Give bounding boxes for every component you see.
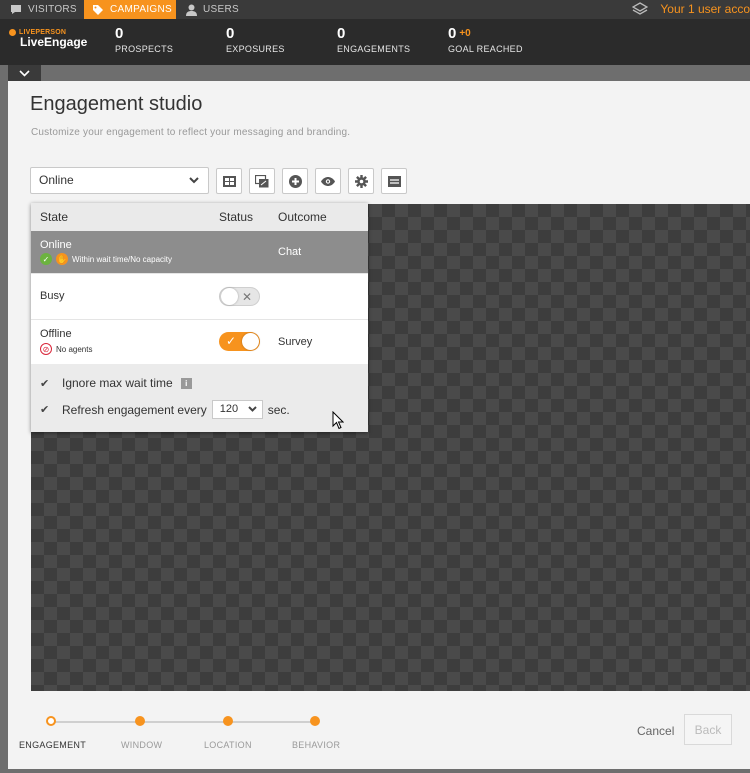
step-location-dot[interactable] (223, 716, 233, 726)
layout-icon (222, 175, 236, 187)
step-window-dot[interactable] (135, 716, 145, 726)
stat-value: 0 (226, 25, 235, 42)
offline-status-toggle[interactable]: ✓ (219, 332, 260, 351)
list-button[interactable] (381, 168, 407, 194)
state-name: Busy (40, 290, 65, 302)
stat-label: PROSPECTS (115, 44, 174, 54)
toggle-knob (242, 333, 259, 350)
tab-visitors-label: VISITORS (28, 4, 77, 15)
header-state: State (40, 210, 69, 224)
page-subtitle: Customize your engagement to reflect you… (31, 127, 351, 138)
collapse-header-button[interactable] (8, 65, 41, 81)
liveperson-dot-icon (9, 29, 16, 36)
stat-engagements: 0 ENGAGEMENTS (337, 25, 410, 54)
state-outcome: Chat (278, 246, 302, 258)
layout-button[interactable] (216, 168, 242, 194)
state-row-offline[interactable]: Offline ⊘ No agents ✓ Survey (31, 320, 368, 364)
preview-eye-icon (321, 176, 335, 186)
list-icon (387, 175, 401, 187)
ignore-wait-label: Ignore max wait time (62, 376, 173, 390)
settings-button[interactable] (348, 168, 374, 194)
tab-campaigns-label: CAMPAIGNS (110, 4, 172, 15)
stat-value: 0 (115, 25, 124, 42)
state-sub-text: Within wait time/No capacity (72, 254, 173, 264)
hand-icon: ✋ (56, 253, 68, 265)
stat-value: 0 (337, 25, 346, 42)
toggle-knob (221, 288, 238, 305)
stat-value: 0 +0 (448, 25, 523, 42)
add-icon (288, 174, 302, 188)
preview-button[interactable] (315, 168, 341, 194)
state-row-busy[interactable]: Busy ✕ (31, 274, 368, 320)
state-sub-text: No agents (56, 344, 93, 354)
tag-icon (93, 4, 103, 15)
state-sub: ⊘ No agents (40, 343, 92, 355)
chevron-down-icon (189, 177, 199, 184)
cancel-button[interactable]: Cancel (637, 724, 674, 738)
chevron-down-icon (19, 69, 30, 77)
refresh-suffix: sec. (267, 402, 290, 417)
ignore-wait-option[interactable]: ✔ Ignore max wait time i (40, 376, 192, 390)
wizard-steps: ENGAGEMENT WINDOW LOCATION BEHAVIOR (8, 711, 368, 769)
checkbox-checked-icon[interactable]: ✔ (40, 377, 54, 390)
check-circle-icon: ✓ (40, 253, 52, 265)
refresh-prefix: Refresh engagement every (62, 402, 207, 417)
stat-goal-reached: 0 +0 GOAL REACHED (448, 25, 523, 54)
no-entry-icon: ⊘ (40, 343, 52, 355)
stat-label: ENGAGEMENTS (337, 44, 411, 54)
state-sub: ✓ ✋ Within wait time/No capacity (40, 253, 172, 265)
x-icon: ✕ (241, 290, 252, 304)
refresh-interval-value: 120 (219, 403, 239, 415)
state-table-header: State Status Outcome (31, 203, 368, 231)
page-title: Engagement studio (30, 93, 203, 115)
state-select[interactable]: Online (30, 167, 209, 194)
step-behavior-label[interactable]: BEHAVIOR (292, 740, 340, 750)
step-behavior-dot[interactable] (310, 716, 320, 726)
step-engagement-label[interactable]: ENGAGEMENT (19, 740, 86, 750)
tab-visitors[interactable]: VISITORS (10, 0, 82, 19)
user-notice[interactable]: Your 1 user acco (660, 0, 750, 19)
tab-users[interactable]: USERS (186, 0, 246, 19)
refresh-interval-select[interactable]: 120 (211, 400, 263, 419)
settings-gear-icon (354, 174, 368, 188)
header-outcome: Outcome (278, 210, 327, 224)
window-resize-icon (255, 174, 269, 187)
liveengage-logo: LIVEPERSON LiveEngage (9, 29, 87, 49)
step-location-label[interactable]: LOCATION (204, 740, 252, 750)
brand-name: LiveEngage (20, 35, 88, 49)
info-icon[interactable]: i (180, 377, 192, 389)
state-outcome: Survey (278, 336, 313, 348)
mouse-pointer-icon (332, 411, 344, 430)
state-name: Online (40, 239, 72, 251)
state-dropdown-panel: State Status Outcome Online ✓ ✋ Within w… (31, 203, 368, 432)
layers-icon[interactable] (632, 2, 648, 17)
stat-label: GOAL REACHED (448, 44, 523, 54)
stat-label: EXPOSURES (226, 44, 285, 54)
step-window-label[interactable]: WINDOW (121, 740, 162, 750)
busy-status-toggle[interactable]: ✕ (219, 287, 260, 306)
window-resize-button[interactable] (249, 168, 275, 194)
stat-prospects: 0 PROSPECTS (115, 25, 173, 54)
tab-campaigns[interactable]: CAMPAIGNS (84, 0, 176, 19)
step-engagement-dot[interactable] (46, 716, 56, 726)
tab-users-label: USERS (203, 4, 239, 15)
chat-bubble-icon (11, 5, 21, 14)
header-status: Status (219, 210, 254, 224)
state-row-online[interactable]: Online ✓ ✋ Within wait time/No capacity … (31, 231, 368, 274)
stat-exposures: 0 EXPOSURES (226, 25, 285, 54)
state-select-value: Online (39, 173, 74, 187)
stat-value-number: 0 (448, 25, 457, 42)
check-icon: ✓ (226, 334, 237, 348)
chevron-down-icon (248, 406, 257, 412)
wizard-progress-line (51, 721, 315, 723)
refresh-option[interactable]: ✔ Refresh engagement every 120 sec. (40, 400, 290, 419)
back-button[interactable]: Back (684, 714, 732, 745)
state-name: Offline (40, 328, 72, 340)
user-icon (186, 4, 197, 16)
checkbox-checked-icon[interactable]: ✔ (40, 403, 54, 416)
top-navigation: VISITORS CAMPAIGNS USERS Your 1 user acc… (0, 0, 750, 19)
add-button[interactable] (282, 168, 308, 194)
stat-delta: +0 (459, 28, 471, 39)
state-options: ✔ Ignore max wait time i ✔ Refresh engag… (31, 364, 368, 432)
